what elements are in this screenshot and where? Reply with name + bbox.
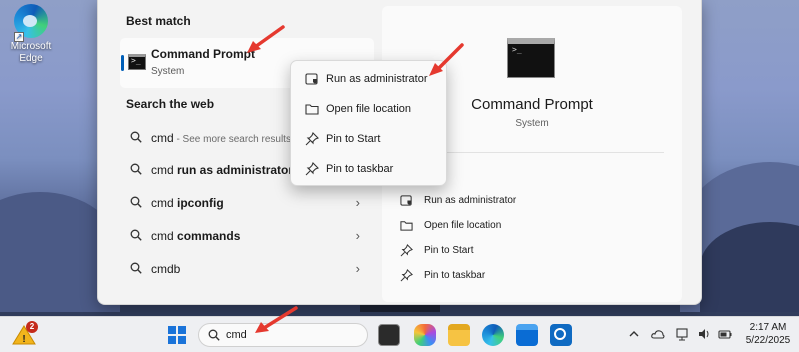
search-icon (208, 329, 220, 341)
network-icon[interactable] (675, 327, 689, 341)
shield-window-icon (305, 73, 318, 85)
folder-icon (400, 221, 413, 231)
pin-icon (305, 162, 319, 176)
pin-icon (400, 244, 413, 257)
file-explorer-icon[interactable] (448, 324, 470, 346)
search-icon (130, 196, 142, 208)
folder-icon (305, 104, 319, 115)
microsoft-store-icon[interactable] (516, 324, 538, 346)
web-result-text: cmd commands (151, 229, 241, 243)
action-label: Open file location (424, 220, 502, 231)
battery-icon[interactable] (718, 327, 732, 341)
annotation-arrow (255, 306, 298, 333)
web-result-text: cmdb (151, 262, 181, 276)
clock-time: 2:17 AM (749, 322, 787, 333)
web-result-text: cmd - See more search results (151, 131, 291, 145)
command-prompt-icon (128, 54, 146, 70)
desktop-icon-label: Microsoft Edge (10, 41, 52, 64)
context-menu-pin-to-taskbar[interactable]: Pin to taskbar (295, 155, 443, 183)
annotation-arrow (247, 25, 285, 53)
task-view-icon[interactable] (378, 324, 400, 346)
outlook-icon[interactable] (550, 324, 572, 346)
chevron-right-icon[interactable]: › (356, 195, 360, 210)
web-result-cmd-commands[interactable]: cmd commands › (120, 221, 374, 251)
context-menu-label: Run as administrator (326, 73, 428, 85)
action-label: Run as administrator (424, 195, 517, 206)
pin-icon (305, 132, 319, 146)
context-menu-pin-to-start[interactable]: Pin to Start (295, 125, 443, 153)
taskbar: ! 2 2:17 AM 5/22/2025 (0, 316, 799, 352)
shield-window-icon (400, 195, 412, 206)
chevron-right-icon[interactable]: › (356, 228, 360, 243)
web-result-text: cmd run as administrator (151, 163, 294, 177)
command-prompt-icon (507, 38, 555, 78)
web-result-cmd-ipconfig[interactable]: cmd ipconfig › (120, 188, 374, 218)
windows-start-icon[interactable] (168, 326, 186, 344)
copilot-icon[interactable] (414, 324, 436, 346)
shortcut-arrow-icon: ↗ (14, 32, 24, 42)
desktop-icon-edge[interactable]: ↗ Microsoft Edge (4, 4, 58, 65)
search-icon (130, 262, 142, 274)
desktop: ↗ Microsoft Edge Best match Command Prom… (0, 0, 799, 352)
chevron-up-icon[interactable] (627, 327, 641, 341)
search-icon (130, 163, 142, 175)
search-web-heading: Search the web (126, 97, 215, 111)
best-match-title: Command Prompt (151, 47, 256, 61)
chevron-right-icon[interactable]: › (356, 261, 360, 276)
web-result-cmdb[interactable]: cmdb › (120, 254, 374, 284)
context-menu-open-file-location[interactable]: Open file location (295, 95, 443, 123)
clock-date: 5/22/2025 (745, 335, 791, 346)
edge-icon[interactable] (482, 324, 504, 346)
context-menu-label: Pin to taskbar (326, 163, 394, 175)
volume-icon[interactable] (697, 327, 711, 341)
clock[interactable]: 2:17 AM 5/22/2025 (742, 321, 794, 347)
context-menu-run-as-administrator[interactable]: Run as administrator (295, 65, 443, 93)
search-icon (130, 131, 142, 143)
context-menu-label: Pin to Start (326, 133, 381, 145)
notification-badge: 2 (26, 321, 38, 333)
action-label: Pin to Start (424, 245, 474, 256)
web-result-text: cmd ipconfig (151, 196, 224, 210)
context-menu-label: Open file location (326, 103, 411, 115)
svg-text:!: ! (22, 334, 25, 345)
annotation-arrow (429, 43, 464, 76)
cloud-icon[interactable] (651, 327, 665, 341)
action-label: Pin to taskbar (424, 270, 486, 281)
best-match-heading: Best match (126, 14, 191, 28)
pin-icon (400, 269, 413, 282)
selection-accent (121, 55, 124, 71)
search-icon (130, 229, 142, 241)
best-match-subtitle: System (151, 66, 185, 77)
